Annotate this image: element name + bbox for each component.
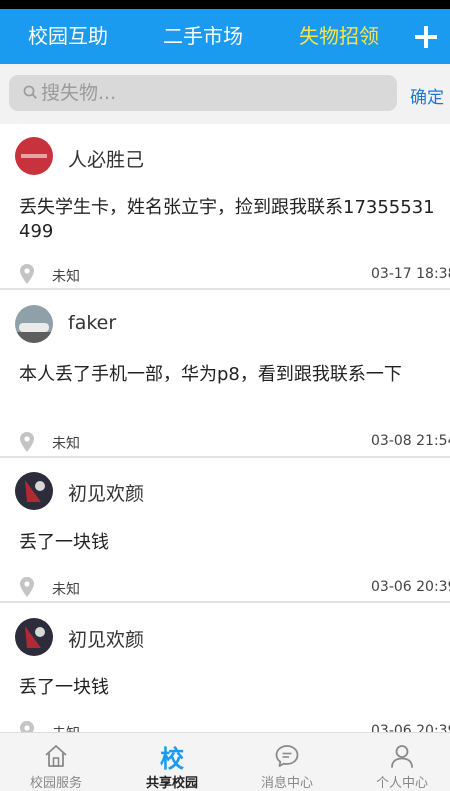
- location-text: 未知: [52, 269, 80, 285]
- location-pin-icon: [20, 577, 34, 597]
- list-item[interactable]: 人必胜己 丢失学生卡，姓名张立宇，捡到跟我联系17355531499 未知 03…: [0, 124, 450, 290]
- location-pin-icon: [20, 432, 34, 452]
- location-text: 未知: [52, 582, 80, 598]
- post-time: 03-08 21:54: [371, 433, 450, 449]
- username[interactable]: faker: [68, 312, 116, 334]
- location-pin-icon: [20, 721, 34, 732]
- nav-message-center[interactable]: 消息中心: [231, 733, 343, 791]
- tab-lost-and-found[interactable]: 失物招领: [299, 9, 379, 64]
- message-icon: [275, 745, 299, 767]
- list-item[interactable]: faker 本人丢了手机一部，华为p8，看到跟我联系一下 未知 03-08 21…: [0, 290, 450, 458]
- nav-personal-center[interactable]: 个人中心: [346, 733, 450, 791]
- post-content: 本人丢了手机一部，华为p8，看到跟我联系一下: [19, 364, 402, 385]
- nav-label: 校园服务: [29, 776, 82, 791]
- tab-second-hand-market[interactable]: 二手市场: [163, 9, 243, 64]
- post-content: 丢了一块钱: [19, 677, 109, 698]
- location-pin-icon: [20, 264, 34, 284]
- avatar[interactable]: [15, 472, 53, 510]
- location-text: 未知: [52, 723, 80, 732]
- search-input[interactable]: [41, 75, 381, 111]
- post-content: 丢失学生卡，姓名张立宇，捡到跟我联系17355531499: [19, 197, 435, 242]
- post-content: 丢了一块钱: [19, 532, 109, 553]
- list-item[interactable]: 初见欢颜 丢了一块钱 未知 03-06 20:39: [0, 603, 450, 732]
- location-text: 未知: [52, 436, 80, 452]
- add-post-button[interactable]: [406, 17, 446, 57]
- nav-label: 消息中心: [260, 776, 313, 791]
- nav-label: 个人中心: [375, 776, 428, 791]
- post-time: 03-17 18:38: [371, 266, 450, 282]
- post-time: 03-06 20:39: [371, 579, 450, 595]
- username[interactable]: 初见欢颜: [68, 625, 144, 652]
- avatar[interactable]: [15, 305, 53, 343]
- nav-campus-services[interactable]: 校园服务: [0, 733, 112, 791]
- search-bar: 确定: [0, 64, 450, 124]
- nav-label: 共享校园: [145, 776, 198, 791]
- post-time: 03-06 20:39: [371, 723, 450, 732]
- tab-campus-help[interactable]: 校园互助: [28, 9, 108, 64]
- search-icon: [23, 85, 37, 99]
- username[interactable]: 初见欢颜: [68, 479, 144, 506]
- home-icon: [45, 745, 67, 767]
- status-bar: [0, 0, 450, 9]
- bottom-nav: 校园服务 校 共享校园 消息中心 个人中心: [0, 732, 450, 791]
- nav-shared-campus[interactable]: 校 共享校园: [116, 733, 228, 791]
- avatar[interactable]: [15, 137, 53, 175]
- confirm-button[interactable]: 确定: [410, 83, 444, 108]
- top-tab-bar: 校园互助 二手市场 失物招领: [0, 9, 450, 64]
- campus-icon: 校: [160, 745, 184, 773]
- list-item[interactable]: 初见欢颜 丢了一块钱 未知 03-06 20:39: [0, 458, 450, 603]
- lost-item-feed: 人必胜己 丢失学生卡，姓名张立宇，捡到跟我联系17355531499 未知 03…: [0, 124, 450, 732]
- avatar[interactable]: [15, 618, 53, 656]
- username[interactable]: 人必胜己: [68, 145, 144, 172]
- search-box[interactable]: [9, 75, 397, 111]
- person-icon: [391, 745, 413, 768]
